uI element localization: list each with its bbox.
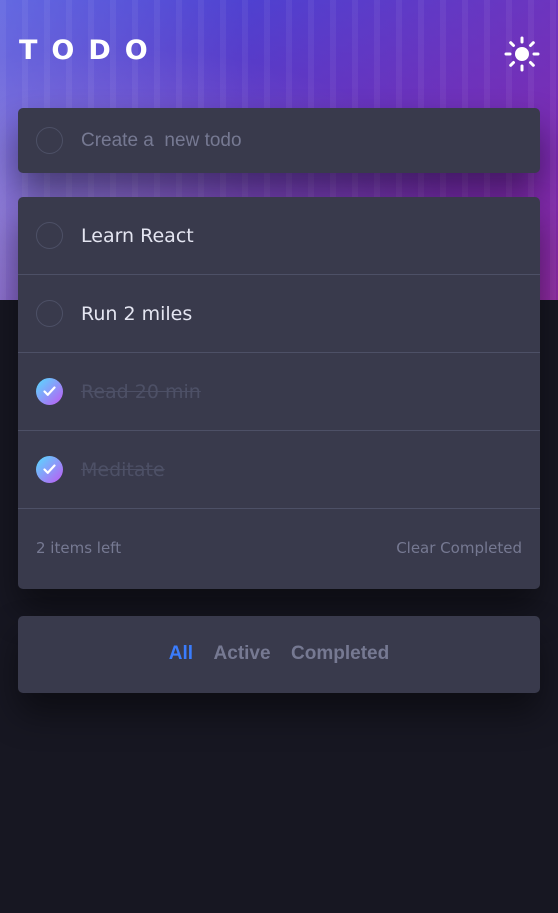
- filter-completed-button[interactable]: Completed: [291, 643, 389, 665]
- app-title: TODO: [19, 35, 162, 66]
- todo-text: Learn React: [81, 225, 194, 247]
- theme-toggle-button[interactable]: [504, 36, 540, 72]
- todo-item[interactable]: Meditate: [18, 431, 540, 509]
- todo-text: Meditate: [81, 459, 165, 481]
- todo-text: Read 20 min: [81, 381, 201, 403]
- todo-item[interactable]: Run 2 miles: [18, 275, 540, 353]
- todo-check-circle[interactable]: [36, 222, 63, 249]
- sun-icon: [504, 36, 540, 72]
- filter-all-button[interactable]: All: [169, 643, 193, 665]
- create-todo-check-circle[interactable]: [36, 127, 63, 154]
- clear-completed-button[interactable]: Clear Completed: [396, 539, 522, 557]
- filter-active-button[interactable]: Active: [214, 643, 271, 665]
- items-left-count: 2 items left: [36, 539, 122, 557]
- todo-item[interactable]: Learn React: [18, 197, 540, 275]
- create-todo-card: [18, 108, 540, 173]
- todo-check-circle[interactable]: [36, 300, 63, 327]
- todo-list: Learn React Run 2 miles Read 20 min Medi…: [18, 197, 540, 589]
- todo-check-circle-checked[interactable]: [36, 378, 63, 405]
- todo-item[interactable]: Read 20 min: [18, 353, 540, 431]
- filter-bar: All Active Completed: [18, 616, 540, 693]
- todo-text: Run 2 miles: [81, 303, 193, 325]
- check-icon: [43, 464, 56, 474]
- todo-check-circle-checked[interactable]: [36, 456, 63, 483]
- list-footer: 2 items left Clear Completed: [18, 509, 540, 589]
- new-todo-input[interactable]: [81, 124, 521, 158]
- check-icon: [43, 386, 56, 396]
